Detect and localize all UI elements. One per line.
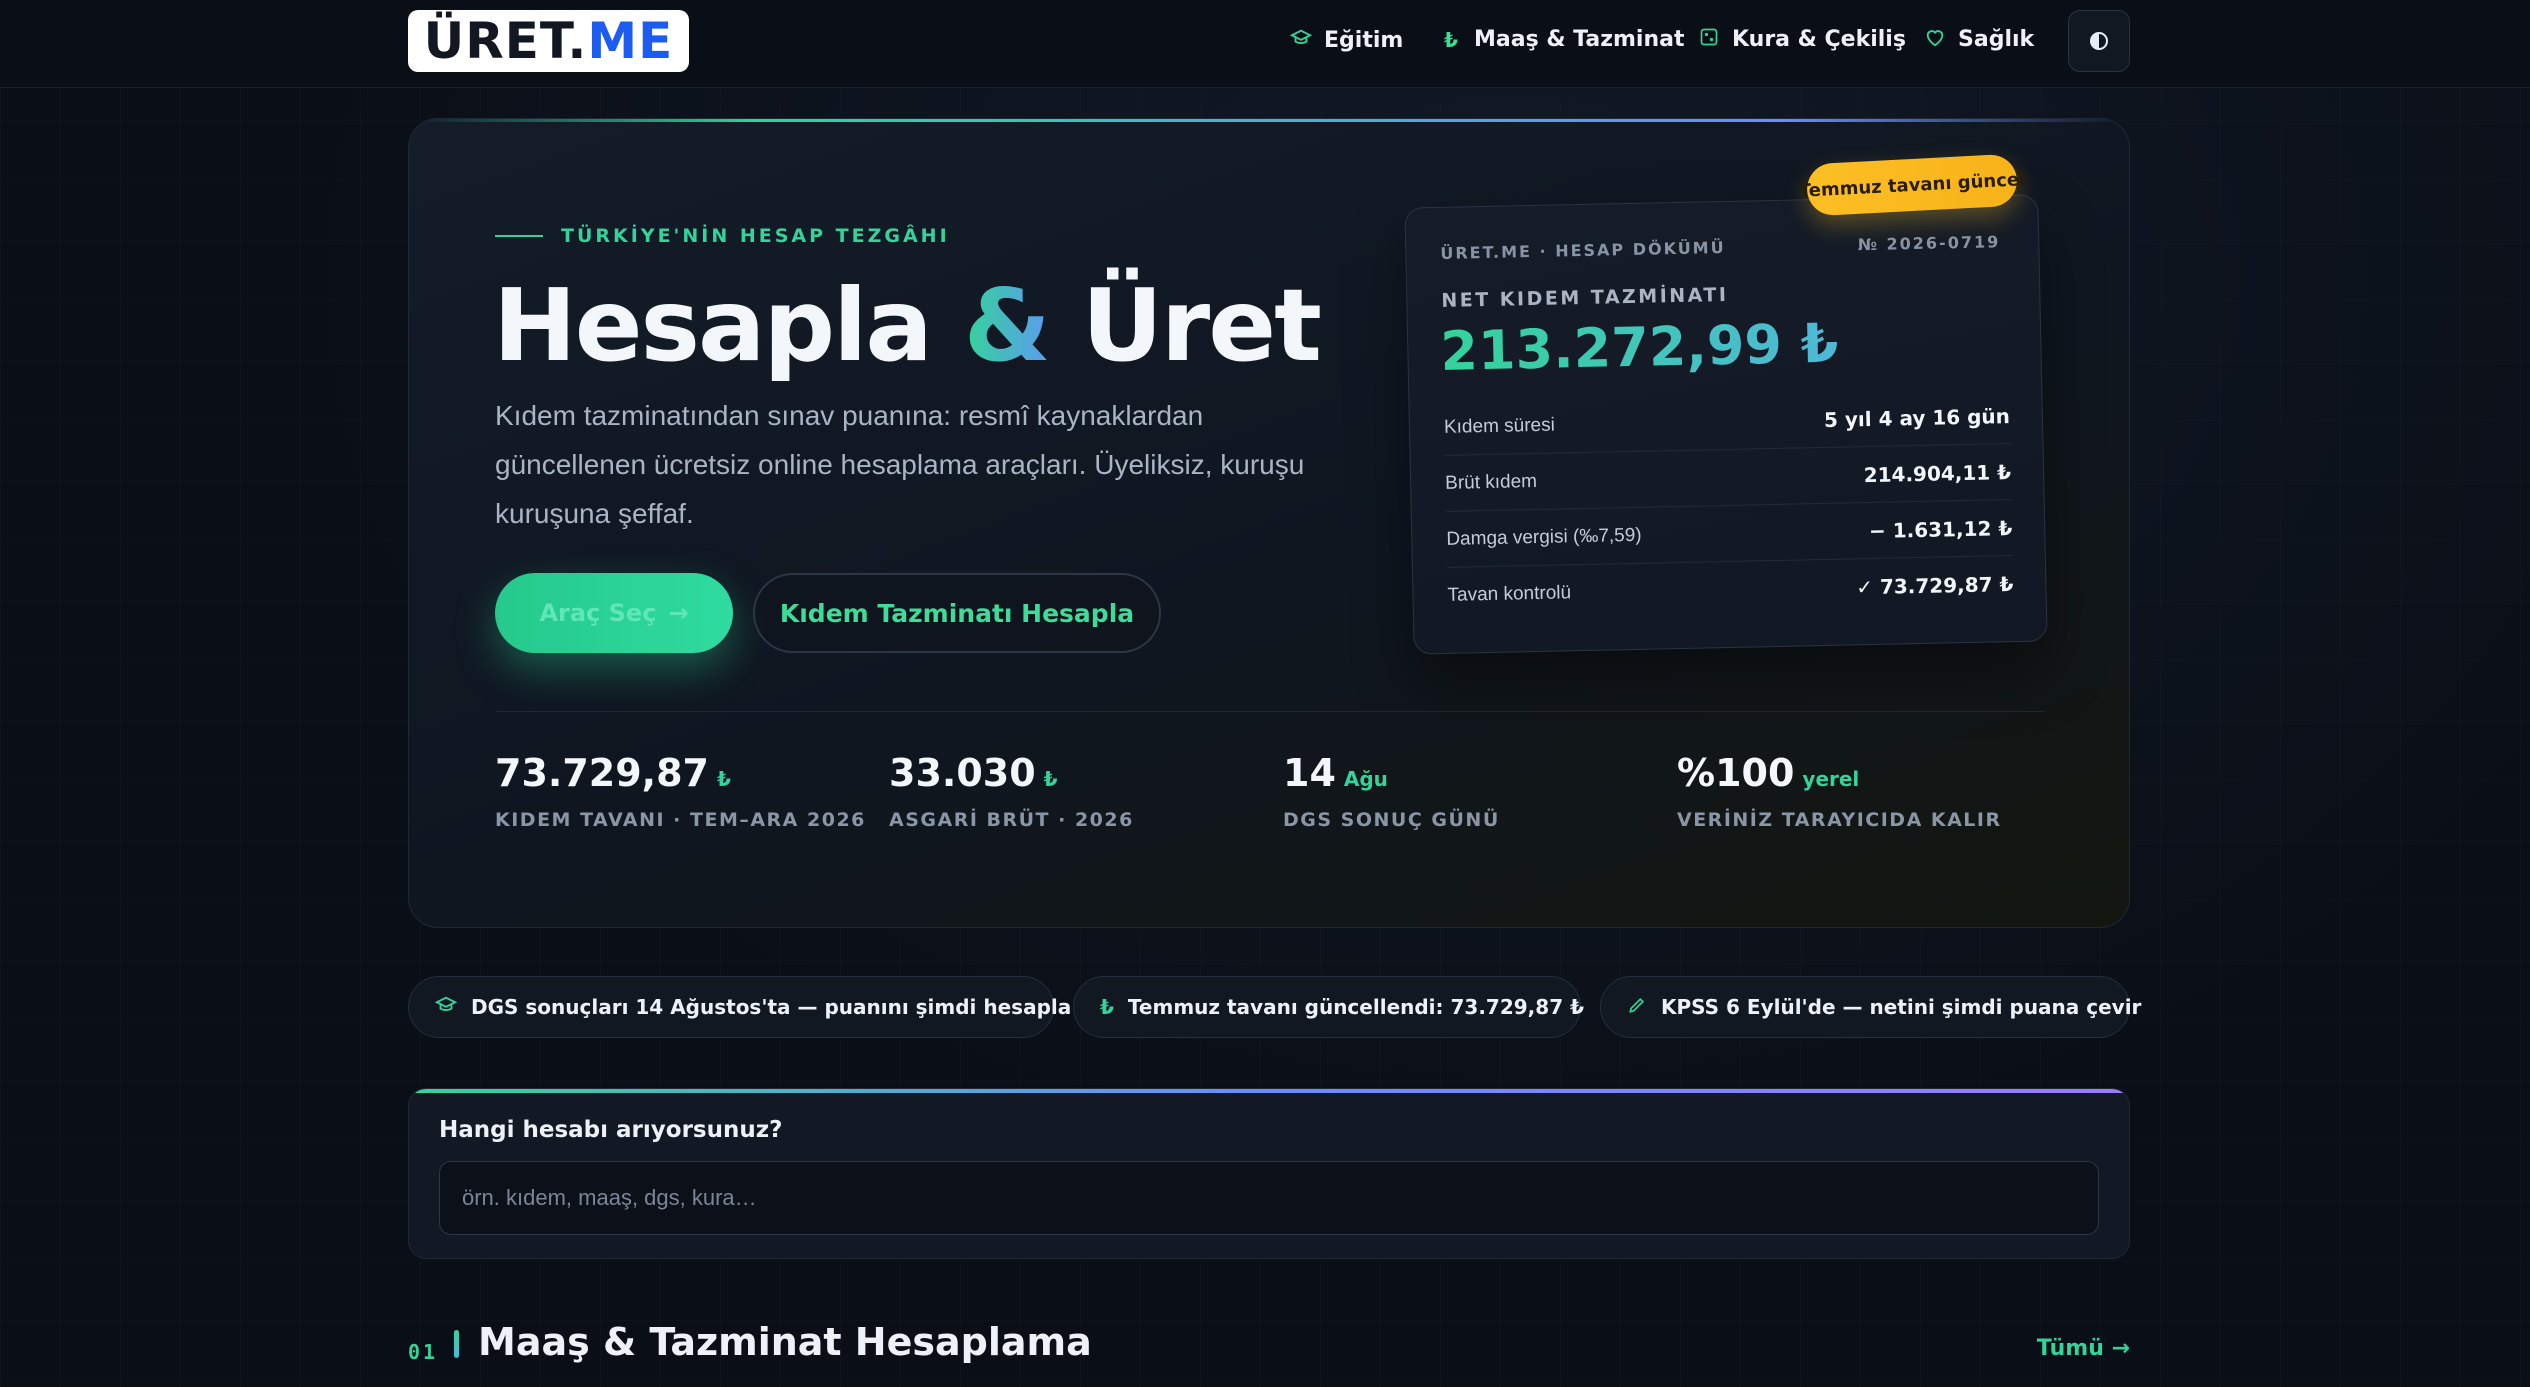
announcement-ceiling[interactable]: ₺ Temmuz tavanı güncellendi: 73.729,87 ₺ [1073,976,1584,1038]
heart-icon [1924,27,1946,52]
receipt-header-left: ÜRET.ME · HESAP DÖKÜMÜ [1440,237,1726,263]
graduation-cap-icon [434,994,458,1021]
stat-local-data: %100 yerel VERİNİZ TARAYICIDA KALIR [1677,751,2002,831]
nav-item-maas-tazminat[interactable]: ₺ Maaş & Tazminat [1440,27,1685,52]
title-part-1: Hesapla [493,267,933,384]
severance-calc-button[interactable]: Kıdem Tazminatı Hesapla [753,573,1161,653]
status-badge: Temmuz tavanı güncel [1798,153,2026,217]
graduation-cap-icon [1289,27,1313,54]
stat-label: KIDEM TAVANI · TEM–ARA 2026 [495,809,866,831]
receipt-row-key: Tavan kontrolü [1447,582,1572,606]
hero-eyebrow: TÜRKİYE'NİN HESAP TEZGÂHI [495,225,950,247]
calculation-receipt: ÜRET.ME · HESAP DÖKÜMÜ № 2026-0719 NET K… [1404,194,2048,655]
site-header: ÜRET. ME Eğitim ₺ Maaş & Tazminat Kura & … [0,0,2530,88]
stat-value-row: 14 Ağu [1283,751,1500,795]
receipt-row-key: Brüt kıdem [1444,470,1538,494]
section-number: 01 [408,1340,439,1364]
select-tool-label: Araç Seç [539,599,657,627]
eyebrow-line [495,235,543,237]
stat-unit: yerel [1802,767,1860,791]
nav-item-saglik[interactable]: Sağlık [1924,27,2034,52]
eyebrow-text: TÜRKİYE'NİN HESAP TEZGÂHI [561,225,950,247]
search-label: Hangi hesabı arıyorsunuz? [439,1117,783,1143]
announcement-text: DGS sonuçları 14 Ağustos'ta — puanını şi… [471,995,1072,1019]
logo-text-main: ÜRET. [423,12,588,70]
arrow-right-icon: → [668,599,689,627]
receipt-amount: 213.272,99 ₺ [1439,311,1839,383]
select-tool-button[interactable]: Araç Seç → [495,573,733,653]
search-card: Hangi hesabı arıyorsunuz? [408,1088,2130,1259]
announcement-kpss[interactable]: KPSS 6 Eylül'de — netini şimdi puana çev… [1600,976,2141,1038]
stat-value-row: %100 yerel [1677,751,2002,795]
stat-label: VERİNİZ TARAYICIDA KALIR [1677,809,2002,831]
receipt-row: Tavan kontrolü ✓ 73.729,87 ₺ [1447,556,2014,624]
stat-min-wage: 33.030 ₺ ASGARİ BRÜT · 2026 [889,751,1134,831]
stat-value-row: 33.030 ₺ [889,751,1134,795]
search-input[interactable] [439,1161,2099,1235]
stat-label: ASGARİ BRÜT · 2026 [889,809,1134,831]
page-title: Hesapla & Üret [493,267,1322,384]
hero-lead: Kıdem tazminatından sınav puanına: resmî… [495,400,1305,529]
stat-unit: ₺ [716,767,731,791]
announcement-text: Temmuz tavanı güncellendi: 73.729,87 ₺ [1127,995,1584,1019]
section-accent-bar [454,1330,459,1358]
nav-label: Maaş & Tazminat [1474,27,1685,52]
pencil-icon [1627,995,1647,1020]
hero-card: TÜRKİYE'NİN HESAP TEZGÂHI Hesapla & Üret… [408,118,2130,928]
receipt-row-key: Damga vergisi (‰7,59) [1446,524,1642,550]
receipt-row-key: Kıdem süresi [1443,414,1556,438]
stat-value: 33.030 [889,751,1036,795]
nav-label: Sağlık [1958,27,2035,52]
theme-toggle-button[interactable] [2068,10,2130,72]
nav-label: Eğitim [1324,28,1404,53]
stat-unit: ₺ [1043,767,1058,791]
nav-label: Kura & Çekiliş [1732,27,1906,52]
title-part-2: Üret [1081,267,1322,384]
receipt-row-value: 214.904,11 ₺ [1863,459,2012,487]
receipt-label: NET KIDEM TAZMİNATI [1441,283,1729,312]
receipt-row-value: − 1.631,12 ₺ [1868,515,2013,543]
stat-value: %100 [1677,751,1795,795]
section-title: Maaş & Tazminat Hesaplama [478,1320,1092,1364]
receipt-row-value: ✓ 73.729,87 ₺ [1855,572,2014,600]
nav-item-egitim[interactable]: Eğitim [1289,27,1404,54]
receipt-rows: Kıdem süresi 5 yıl 4 ay 16 gün Brüt kıde… [1443,388,2014,624]
announcement-text: KPSS 6 Eylül'de — netini şimdi puana çev… [1661,995,2142,1019]
nav-item-kura-cekilis[interactable]: Kura & Çekiliş [1698,27,1906,52]
lira-icon: ₺ [1100,995,1114,1019]
stat-dgs-date: 14 Ağu DGS SONUÇ GÜNÜ [1283,751,1500,831]
stat-value: 14 [1283,751,1336,795]
stat-label: DGS SONUÇ GÜNÜ [1283,809,1500,831]
receipt-row-value: 5 yıl 4 ay 16 gün [1823,403,2011,432]
lira-icon: ₺ [1444,27,1458,52]
receipt-number: № 2026-0719 [1857,232,2001,255]
title-ampersand: & [963,267,1051,384]
stat-value-row: 73.729,87 ₺ [495,751,866,795]
stat-value: 73.729,87 [495,751,709,795]
logo[interactable]: ÜRET. ME [408,10,689,72]
stat-unit: Ağu [1343,767,1388,791]
logo-text-accent: ME [587,12,674,70]
hero-divider [495,711,2045,712]
stat-severance-cap: 73.729,87 ₺ KIDEM TAVANI · TEM–ARA 2026 [495,751,866,831]
contrast-icon [2090,32,2108,50]
announcement-dgs[interactable]: DGS sonuçları 14 Ağustos'ta — puanını şi… [408,976,1071,1038]
dice-icon [1698,27,1720,52]
view-all-link[interactable]: Tümü → [2037,1336,2130,1361]
